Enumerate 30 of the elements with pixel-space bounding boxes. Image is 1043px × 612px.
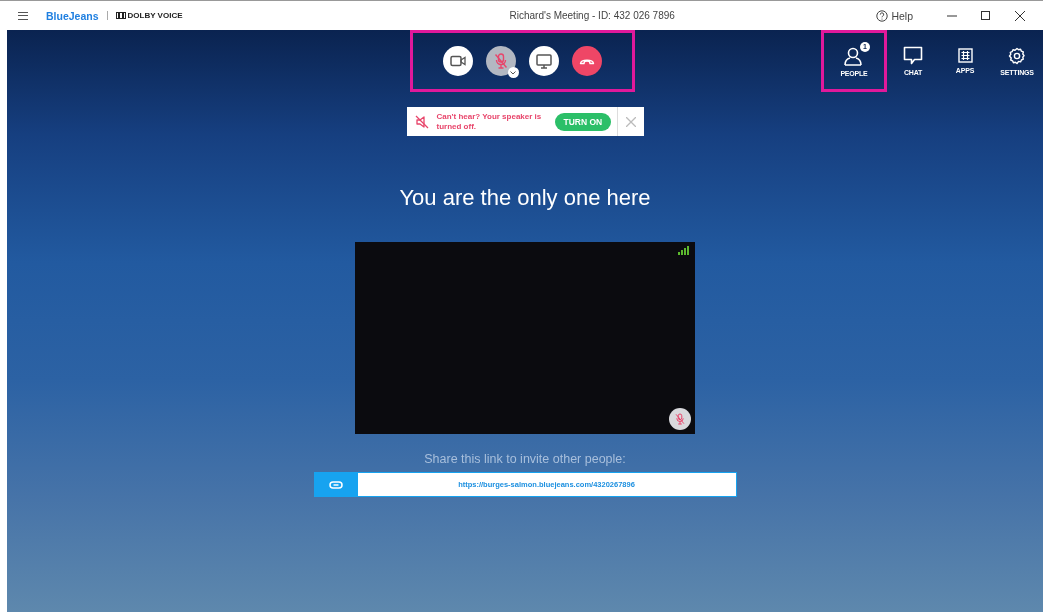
- minimize-icon: [947, 14, 957, 17]
- share-prompt: Share this link to invite other people:: [424, 452, 626, 466]
- help-icon: [876, 9, 889, 22]
- muted-speaker-icon: [414, 114, 429, 129]
- microphone-button[interactable]: [485, 46, 516, 76]
- video-camera-icon: [449, 55, 466, 67]
- settings-icon: [1008, 46, 1026, 65]
- person-icon: [843, 45, 865, 66]
- brand-logo: BlueJeans: [46, 9, 99, 22]
- screen-share-button[interactable]: [528, 46, 559, 76]
- monitor-icon: [535, 53, 552, 69]
- signal-icon: [678, 246, 690, 255]
- muted-microphone-icon: [493, 53, 508, 69]
- empty-meeting-heading: You are the only one here: [399, 185, 651, 211]
- grid-icon: [957, 48, 973, 63]
- chevron-icon[interactable]: [507, 67, 519, 78]
- hang-up-icon: [578, 57, 595, 65]
- chat-icon: [903, 46, 923, 65]
- link-icon: [329, 480, 343, 489]
- window-title: Richard's Meeting - ID: 432 026 7896: [508, 10, 676, 21]
- help-button[interactable]: Help: [876, 9, 913, 22]
- camera-button[interactable]: [442, 46, 473, 76]
- close-icon: [1015, 10, 1025, 21]
- menu-icon[interactable]: [18, 11, 28, 20]
- notice-text: Can't hear? Your speaker is turned off.: [436, 112, 543, 131]
- close-icon: [625, 116, 636, 127]
- partner-logo: DOLBY VOICE: [115, 11, 183, 20]
- hang-up-button[interactable]: [571, 46, 602, 76]
- maximize-icon: [981, 10, 991, 21]
- muted-microphone-icon: [675, 413, 685, 425]
